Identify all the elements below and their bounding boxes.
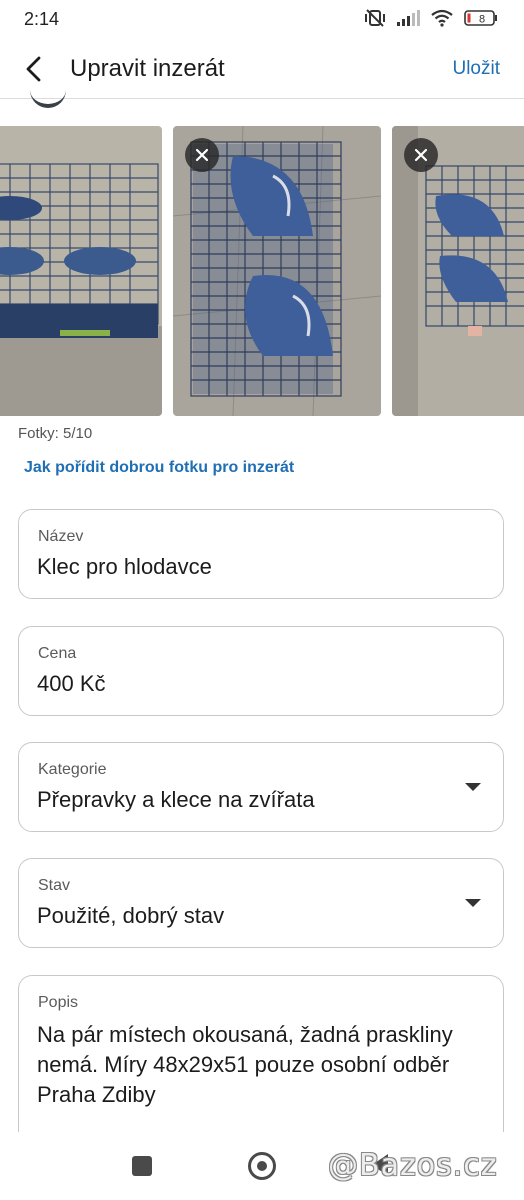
price-input[interactable]: 400 Kč [37,671,106,697]
price-label: Cena [38,645,77,662]
category-value[interactable]: Přepravky a klece na zvířata [37,787,315,813]
save-button[interactable]: Uložit [452,58,500,80]
app-bar: Upravit inzerát Uložit [0,40,524,99]
description-field[interactable]: Popis Na pár místech okousaná, žadná pra… [18,975,504,1145]
chevron-down-icon[interactable] [465,899,481,907]
chevron-down-icon[interactable] [465,783,481,791]
category-label: Kategorie [38,761,107,778]
page-title: Upravit inzerát [70,55,225,82]
status-time: 2:14 [24,9,60,29]
close-icon[interactable] [404,138,438,172]
condition-value[interactable]: Použité, dobrý stav [37,903,224,929]
status-icons: 8 [364,8,498,28]
photo-thumbnail[interactable] [173,126,381,416]
wifi-icon [430,9,454,27]
photo-thumbnail[interactable] [392,126,524,416]
photo-tips-link[interactable]: Jak pořídit dobrou fotku pro inzerát [24,459,294,477]
photo-thumbnail[interactable] [0,126,162,416]
price-field[interactable]: Cena 400 Kč [18,626,504,716]
condition-select[interactable]: Stav Použité, dobrý stav [18,858,504,948]
mute-vibrate-icon [364,8,386,28]
status-bar: 2:14 8 [0,0,524,40]
name-label: Název [38,528,84,545]
signal-icon [396,9,420,27]
recents-button[interactable] [132,1156,152,1176]
battery-level: 8 [479,14,485,26]
watermark: @Bazos.cz [328,1148,498,1183]
category-select[interactable]: Kategorie Přepravky a klece na zvířata [18,742,504,832]
home-button[interactable] [248,1152,276,1180]
condition-label: Stav [38,877,71,894]
photo-strip[interactable] [0,126,524,418]
name-field[interactable]: Název Klec pro hlodavce [18,509,504,599]
photo-count: Fotky: 5/10 [18,425,93,442]
back-arrow-icon[interactable] [18,52,52,86]
name-input[interactable]: Klec pro hlodavce [37,554,212,580]
home-dot-icon [257,1161,267,1171]
description-textarea[interactable]: Na pár místech okousaná, žadná praskliny… [37,1020,487,1110]
description-label: Popis [38,994,79,1011]
avatar [30,90,66,108]
close-icon[interactable] [185,138,219,172]
battery-icon: 8 [464,9,498,27]
